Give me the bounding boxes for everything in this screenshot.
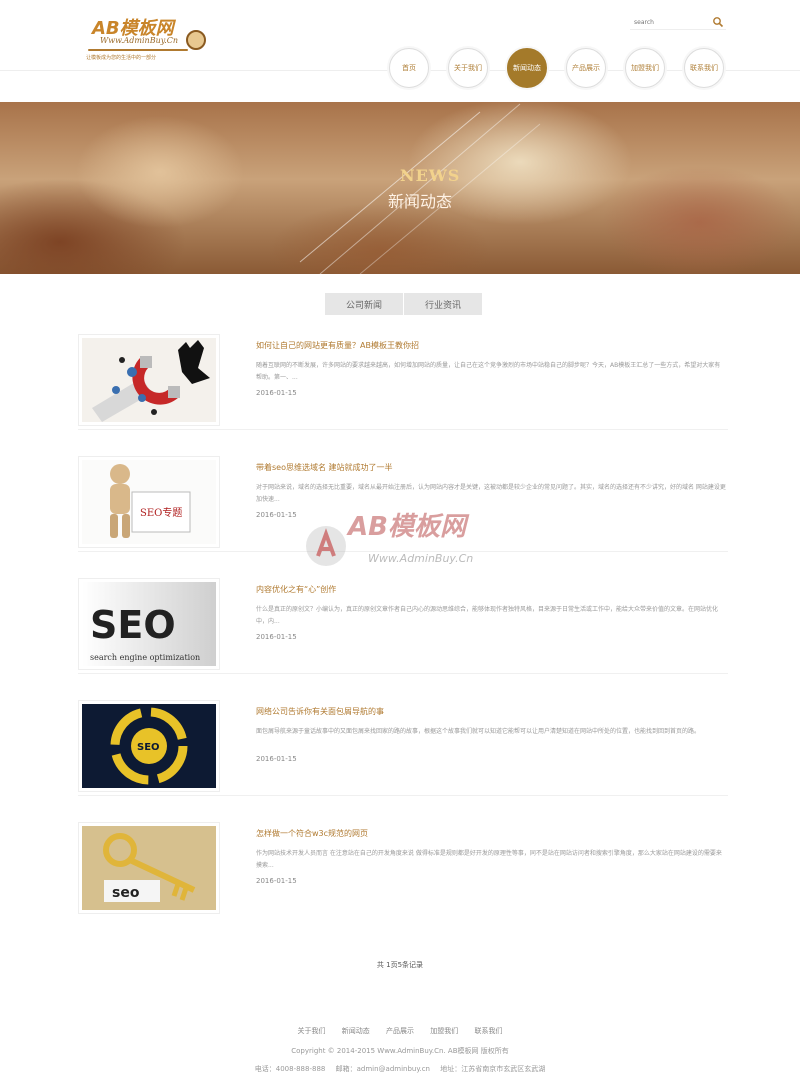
news-divider [78,795,728,796]
nav-join[interactable]: 加盟我们 [625,48,665,88]
news-summary: 什么是真正的原创文？小编认为，真正的原创文章作者自己内心的源动思维综合，能够体现… [256,606,719,625]
search-input[interactable] [634,16,704,28]
news-summary: 随着互联网的不断发展，许多网站的要求越来越高，如何增加网站的质量，让自己在这个竞… [256,362,721,381]
tab-industry-news[interactable]: 行业资讯 [404,293,482,315]
news-thumbnail[interactable]: SEO search engine optimization [78,578,220,670]
seo-cycle-image: SEO [82,704,216,788]
news-thumbnail[interactable]: SEO专题 [78,456,220,548]
footer-link-contact[interactable]: 联系我们 [474,1027,502,1035]
footer-phone: 电话：4008-888-888 [254,1065,326,1073]
news-list-item[interactable]: SEO search engine optimization 内容优化之有“心”… [78,578,728,674]
watermark: AB模板网 Www.AdminBuy.Cn [300,500,520,590]
footer-link-about[interactable]: 关于我们 [298,1027,326,1035]
news-list-item[interactable]: 如何让自己的网站更有质量？AB模板王教你招 随着互联网的不断发展，许多网站的要求… [78,334,728,430]
search-icon[interactable] [712,16,724,28]
tab-company-news[interactable]: 公司新闻 [325,293,403,315]
news-date: 2016-01-15 [256,511,297,519]
nav-news[interactable]: 新闻动态 [507,48,547,88]
pagination-info: 共 1页5条记录 [376,961,424,969]
news-list-item[interactable]: seo 怎样做一个符合w3c规范的网页 作为网站技术开发人员而言 在注意站在自己… [78,822,728,918]
footer-link-join[interactable]: 加盟我们 [430,1027,458,1035]
news-date: 2016-01-15 [256,633,297,641]
news-divider [78,429,728,430]
news-date: 2016-01-15 [256,877,297,885]
news-title[interactable]: 怎样做一个符合w3c规范的网页 [256,828,368,839]
logo-tagline: 让模板成为您的生活中的一部分 [86,55,157,61]
news-date: 2016-01-15 [256,389,297,397]
nav-products[interactable]: 产品展示 [566,48,606,88]
svg-text:search engine optimization: search engine optimization [90,653,200,662]
watermark-title: AB模板网 [348,512,466,542]
news-date: 2016-01-15 [256,755,297,763]
site-header: AB模板网 Www.AdminBuy.Cn 让模板成为您的生活中的一部分 首页 … [0,0,800,102]
news-title[interactable]: 带着seo思维选域名 建站就成功了一半 [256,462,393,473]
news-list-item[interactable]: SEO 网络公司告诉你有关面包屑导航的事 面包屑导航来源于童话故事中的又面包屑来… [78,700,728,796]
copyright-text: Copyright © 2014-2015 Www.AdminBuy.Cn. A… [291,1047,509,1055]
banner-title-cn: 新闻动态 [388,192,453,211]
footer-email: 邮箱：admin@adminbuy.cn [335,1065,430,1073]
watermark-logo-icon [306,526,346,566]
footer-link-products[interactable]: 产品展示 [386,1027,414,1035]
news-summary: 面包屑导航来源于童话故事中的又面包屑来找回家的路的故事，根据这个故事我们就可以知… [256,728,701,735]
seo-3d-image: SEO search engine optimization [82,582,216,666]
seo-key-image: seo [82,826,216,910]
news-banner: NEWS 新闻动态 [0,102,800,274]
magnet-image [82,338,216,422]
svg-text:seo: seo [112,885,140,901]
news-thumbnail[interactable]: seo [78,822,220,914]
nav-about[interactable]: 关于我们 [448,48,488,88]
logo-url: Www.AdminBuy.Cn [100,36,179,45]
news-thumbnail[interactable] [78,334,220,426]
search-box [630,14,726,30]
news-summary: 作为网站技术开发人员而言 在注意站在自己的开发角度来说 做得标准是规则都是好开发… [256,850,722,869]
contact-info: 电话：4008-888-888 邮箱：admin@adminbuy.cn 地址：… [0,1064,800,1074]
logo-face-icon [186,30,206,50]
news-title[interactable]: 如何让自己的网站更有质量？AB模板王教你招 [256,340,419,351]
banner-title-en: NEWS [400,166,461,185]
svg-text:SEO专题: SEO专题 [140,506,182,519]
nav-contact[interactable]: 联系我们 [684,48,724,88]
news-title[interactable]: 网络公司告诉你有关面包屑导航的事 [256,706,384,717]
watermark-url: Www.AdminBuy.Cn [368,552,474,565]
news-thumbnail[interactable]: SEO [78,700,220,792]
nav-home[interactable]: 首页 [389,48,429,88]
footer-nav: 关于我们 新闻动态 产品展示 加盟我们 联系我们 [0,1026,800,1036]
svg-text:SEO: SEO [137,742,160,753]
logo-underline [88,49,188,51]
footer-address: 地址：江苏省南京市玄武区玄武湖 [440,1065,546,1073]
news-divider [78,673,728,674]
site-logo[interactable]: AB模板网 Www.AdminBuy.Cn 让模板成为您的生活中的一部分 [86,14,216,66]
seo-figure-image: SEO专题 [82,460,216,544]
svg-text:SEO: SEO [90,603,176,647]
footer-link-news[interactable]: 新闻动态 [342,1027,370,1035]
